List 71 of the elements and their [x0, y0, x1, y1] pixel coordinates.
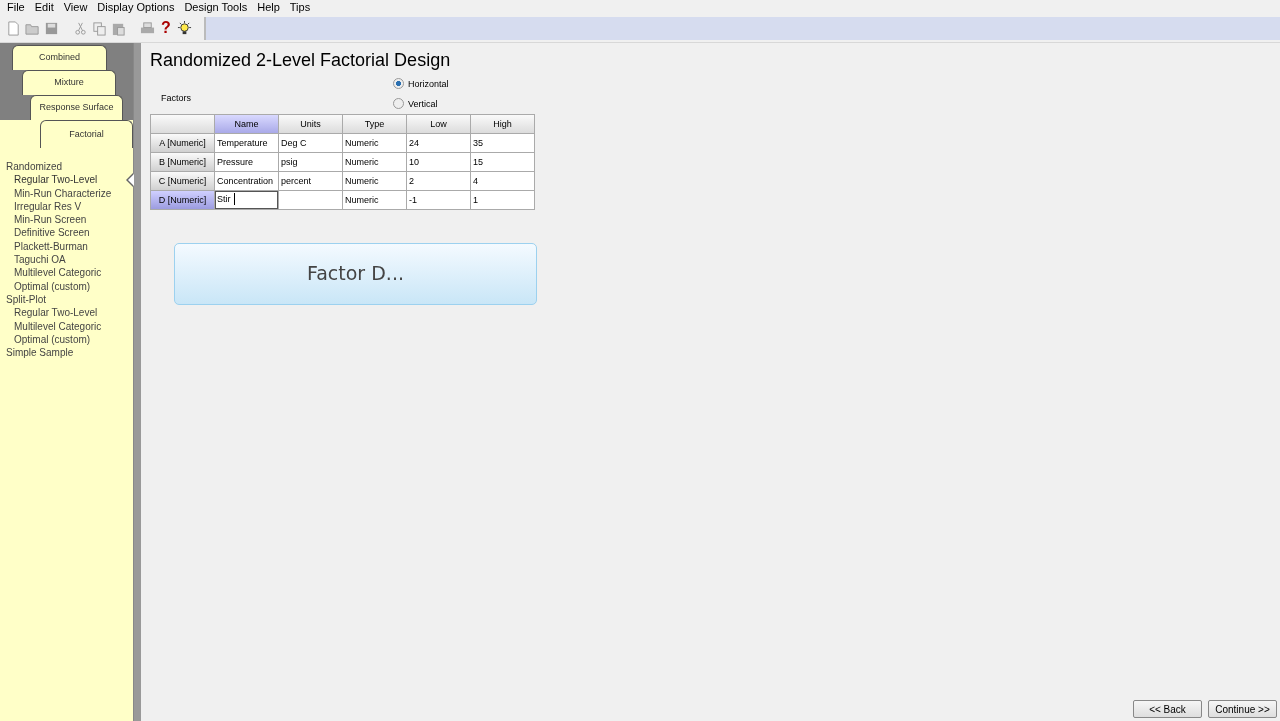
menu-item[interactable]: Design Tools — [179, 0, 253, 14]
table-cell: 35 — [471, 134, 534, 152]
tab[interactable]: Combined — [12, 45, 107, 70]
row-header[interactable]: D [Numeric] — [151, 191, 214, 209]
tree-item[interactable]: Randomized — [6, 160, 133, 174]
row-header[interactable]: A [Numeric] — [151, 134, 214, 152]
tree-item[interactable]: Optimal (custom) — [6, 279, 133, 293]
table-cell: 15 — [471, 153, 534, 171]
light-bulb-icon[interactable] — [176, 20, 192, 36]
factors-label: Factors — [161, 93, 192, 103]
menu-item[interactable]: Help — [252, 0, 285, 14]
menu-item[interactable]: Tips — [284, 0, 316, 14]
table-cell: Temperature — [215, 134, 278, 152]
radio-button[interactable] — [393, 98, 404, 109]
tab[interactable]: Factorial — [40, 120, 133, 148]
tab[interactable]: Mixture — [22, 70, 116, 95]
tree-item[interactable]: Multilevel Categoric — [6, 319, 133, 333]
tree-item[interactable]: Optimal (custom) — [6, 332, 133, 347]
table-cell: 24 — [407, 134, 470, 152]
page-title: Randomized 2-Level Factorial Design — [150, 50, 452, 71]
row-header[interactable]: C [Numeric] — [151, 172, 214, 190]
corner-header — [151, 115, 214, 133]
tree-item[interactable]: Min-Run Screen — [6, 213, 133, 227]
menu-item[interactable]: Display Options — [92, 0, 180, 14]
radio-label: Horizontal — [408, 78, 449, 89]
radio-button[interactable] — [393, 78, 404, 89]
tree-item[interactable]: Min-Run Characterize — [6, 186, 133, 200]
table-cell: 4 — [471, 172, 534, 190]
column-header[interactable]: Units — [279, 115, 342, 133]
menu-item[interactable]: Edit — [29, 0, 59, 14]
table-cell: Numeric — [343, 191, 406, 209]
tree-item[interactable]: Taguchi OA — [6, 253, 133, 267]
printer-icon[interactable] — [140, 20, 155, 36]
tree-item[interactable]: Irregular Res V — [6, 199, 133, 214]
copy-icon[interactable] — [92, 20, 107, 36]
nav-button[interactable]: << Back — [1133, 700, 1202, 718]
cell-input-field[interactable]: Stir — [215, 191, 278, 209]
tree-item[interactable]: Definitive Screen — [6, 226, 133, 240]
radio-label: Vertical — [408, 98, 438, 109]
tree-item[interactable]: Regular Two-Level — [6, 306, 133, 320]
table-cell: -1 — [407, 191, 470, 209]
tree-item[interactable]: Split-Plot — [6, 292, 133, 307]
row-header[interactable]: B [Numeric] — [151, 153, 214, 171]
table-cell: Numeric — [343, 172, 406, 190]
tree-item[interactable]: Plackett-Burman — [6, 239, 133, 254]
menu-item[interactable]: File — [2, 0, 30, 14]
table-cell: Deg C — [279, 134, 342, 152]
table-cell: Numeric — [343, 134, 406, 152]
table-cell: Concentration — [215, 172, 278, 190]
tree-item[interactable]: Simple Sample — [6, 346, 133, 360]
tree-item[interactable]: Regular Two-Level — [6, 173, 133, 187]
table-cell: Numeric — [343, 153, 406, 171]
table-cell: 2 — [407, 172, 470, 190]
file-icon[interactable] — [6, 20, 21, 36]
table-cell — [279, 191, 342, 209]
table-cell: percent — [279, 172, 342, 190]
menu-item[interactable]: View — [58, 0, 93, 14]
table-cell: Pressure — [215, 153, 278, 171]
column-header[interactable]: Name — [215, 115, 278, 133]
column-header[interactable]: Type — [343, 115, 406, 133]
column-header[interactable]: High — [471, 115, 534, 133]
table-cell: 10 — [407, 153, 470, 171]
nav-button[interactable]: Continue >> — [1208, 700, 1277, 718]
tree-item[interactable]: Multilevel Categoric — [6, 266, 133, 280]
tab[interactable]: Response Surface — [30, 95, 123, 120]
column-header[interactable]: Low — [407, 115, 470, 133]
table-cell: psig — [279, 153, 342, 171]
help-button[interactable]: ? — [159, 20, 173, 36]
table-cell: 1 — [471, 191, 534, 209]
scissors-icon[interactable] — [73, 20, 88, 36]
hint-bubble: Factor D... — [174, 243, 537, 305]
